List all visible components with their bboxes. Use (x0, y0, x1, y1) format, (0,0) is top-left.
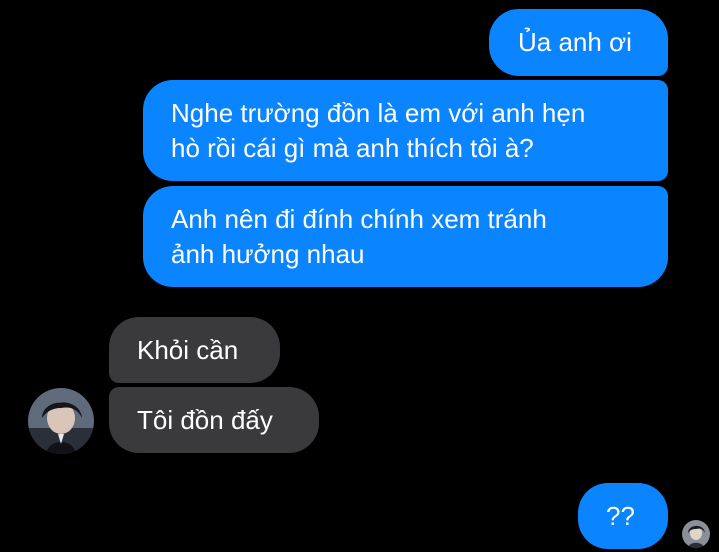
incoming-message[interactable]: Tôi đồn đấy (109, 387, 319, 453)
contact-avatar-icon[interactable] (28, 388, 94, 454)
outgoing-message[interactable]: ?? (578, 483, 668, 549)
outgoing-message[interactable]: Anh nên đi đính chính xem tránh ảnh hưởn… (143, 186, 668, 287)
incoming-message[interactable]: Khỏi cần (109, 317, 280, 383)
seen-avatar-icon (682, 520, 710, 548)
outgoing-message[interactable]: Nghe trường đồn là em với anh hẹn hò rồi… (143, 80, 668, 181)
outgoing-message[interactable]: Ủa anh ơi (489, 9, 668, 76)
